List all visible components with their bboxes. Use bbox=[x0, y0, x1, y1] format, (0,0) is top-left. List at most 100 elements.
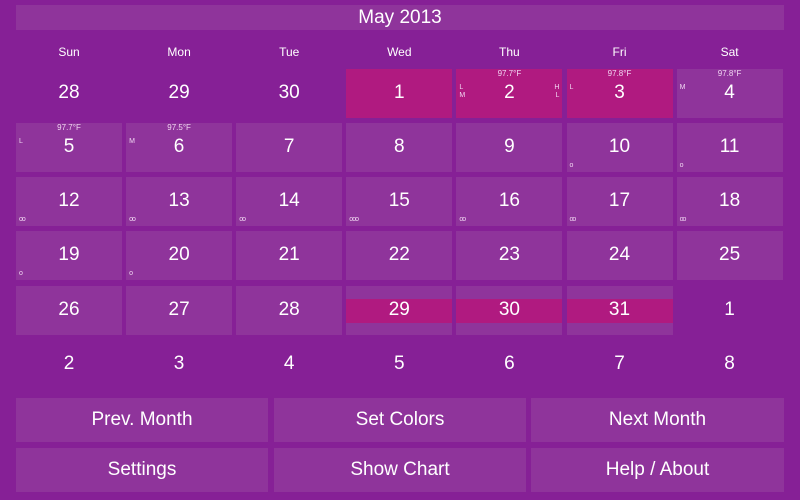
day-cell[interactable]: 4 97.8°F M bbox=[676, 69, 783, 118]
day-cell[interactable]: 31 bbox=[566, 286, 673, 335]
dot-indicators: oo bbox=[569, 216, 577, 223]
prev-month-button[interactable]: Prev. Month bbox=[16, 398, 268, 442]
day-cell[interactable]: 28 bbox=[16, 69, 122, 118]
day-cell[interactable]: 27 bbox=[126, 286, 233, 335]
weekday-label: Fri bbox=[612, 45, 627, 59]
day-cell[interactable]: 18 oo bbox=[676, 177, 783, 226]
day-cell[interactable]: 25 bbox=[676, 231, 783, 280]
help-about-button[interactable]: Help / About bbox=[531, 448, 784, 492]
day-number: 5 bbox=[394, 353, 405, 374]
day-number: 24 bbox=[608, 244, 631, 265]
day-cell[interactable]: 12 oo bbox=[16, 177, 122, 226]
right-marker: H L bbox=[554, 84, 560, 99]
day-number: 7 bbox=[614, 353, 625, 374]
day-cell[interactable]: 29 bbox=[126, 69, 232, 118]
temperature-label: 97.7°F bbox=[57, 123, 81, 132]
day-cell[interactable]: 4 bbox=[236, 340, 342, 389]
day-cell[interactable]: 10 o bbox=[566, 123, 673, 172]
day-number: 4 bbox=[724, 82, 735, 103]
day-number: 15 bbox=[388, 190, 410, 211]
day-number: 11 bbox=[719, 136, 740, 157]
day-cell[interactable]: 1 bbox=[346, 69, 453, 118]
day-number: 29 bbox=[388, 299, 410, 320]
day-cell[interactable]: 23 bbox=[456, 231, 563, 280]
day-number: 6 bbox=[504, 353, 515, 374]
left-marker: L bbox=[19, 138, 23, 145]
day-number: 30 bbox=[498, 299, 520, 320]
dot-indicators: ooo bbox=[349, 216, 359, 223]
temperature-label: 97.8°F bbox=[607, 69, 632, 78]
next-month-button[interactable]: Next Month bbox=[531, 398, 784, 442]
day-number: 18 bbox=[719, 190, 741, 211]
dot-indicators: oo bbox=[19, 216, 26, 223]
day-cell[interactable]: 9 bbox=[456, 123, 563, 172]
day-number: 6 bbox=[173, 136, 185, 157]
settings-button[interactable]: Settings bbox=[16, 448, 268, 492]
day-number: 28 bbox=[58, 82, 80, 103]
dot-indicators: o bbox=[569, 162, 574, 169]
day-number: 21 bbox=[278, 244, 300, 265]
day-cell[interactable]: 16 oo bbox=[456, 177, 563, 226]
day-cell[interactable]: 8 bbox=[346, 123, 453, 172]
day-number: 23 bbox=[498, 244, 520, 265]
day-cell[interactable]: 22 bbox=[346, 231, 453, 280]
weekday-label: Thu bbox=[499, 45, 520, 59]
day-number: 9 bbox=[504, 136, 515, 157]
day-cell[interactable]: 7 bbox=[567, 340, 673, 389]
set-colors-button[interactable]: Set Colors bbox=[274, 398, 526, 442]
day-cell[interactable]: 2 bbox=[16, 340, 122, 389]
day-cell[interactable]: 15 ooo bbox=[346, 177, 453, 226]
day-cell[interactable]: 5 bbox=[346, 340, 452, 389]
day-cell[interactable]: 30 bbox=[456, 286, 563, 335]
left-marker: L M bbox=[459, 84, 466, 99]
day-cell[interactable]: 3 97.8°F L bbox=[566, 69, 673, 118]
day-cell[interactable]: 24 bbox=[566, 231, 673, 280]
day-cell[interactable]: 29 bbox=[346, 286, 453, 335]
day-cell[interactable]: 19 o bbox=[16, 231, 122, 280]
day-number: 10 bbox=[608, 136, 631, 157]
day-number: 8 bbox=[394, 136, 405, 157]
left-marker: M bbox=[129, 138, 135, 145]
left-marker: L bbox=[569, 84, 574, 91]
day-cell[interactable]: 8 bbox=[677, 340, 783, 389]
day-number: 14 bbox=[278, 190, 300, 211]
weekday-label: Mon bbox=[167, 45, 191, 59]
day-number: 29 bbox=[168, 82, 190, 103]
day-cell[interactable]: 17 oo bbox=[566, 177, 673, 226]
day-number: 26 bbox=[58, 299, 80, 320]
day-number: 3 bbox=[614, 82, 625, 103]
day-number: 3 bbox=[173, 353, 185, 374]
day-cell[interactable]: 13 oo bbox=[126, 177, 233, 226]
day-number: 1 bbox=[394, 82, 405, 103]
day-number: 12 bbox=[58, 190, 80, 211]
day-number: 4 bbox=[283, 353, 295, 374]
day-number: 16 bbox=[498, 190, 520, 211]
day-cell[interactable]: 30 bbox=[236, 69, 342, 118]
day-number: 30 bbox=[278, 82, 300, 103]
day-number: 25 bbox=[719, 244, 741, 265]
day-cell[interactable]: 6 97.5°F M bbox=[126, 123, 233, 172]
weekday-label: Sun bbox=[58, 45, 80, 59]
day-cell[interactable]: 21 bbox=[236, 231, 343, 280]
day-cell[interactable]: 20 o bbox=[126, 231, 233, 280]
show-chart-button[interactable]: Show Chart bbox=[274, 448, 526, 492]
day-cell[interactable]: 14 oo bbox=[236, 177, 343, 226]
day-cell[interactable]: 1 bbox=[677, 286, 783, 335]
day-number: 13 bbox=[168, 190, 190, 211]
day-number: 2 bbox=[63, 353, 75, 374]
day-number: 20 bbox=[168, 244, 190, 265]
day-cell[interactable]: 11 o bbox=[676, 123, 783, 172]
day-cell[interactable]: 6 bbox=[456, 340, 562, 389]
dot-indicators: o bbox=[679, 162, 684, 169]
day-cell[interactable]: 3 bbox=[126, 340, 232, 389]
dot-indicators: oo bbox=[679, 216, 687, 223]
temperature-label: 97.8°F bbox=[717, 69, 742, 78]
day-number: 28 bbox=[278, 299, 300, 320]
dot-indicators: oo bbox=[129, 216, 136, 223]
day-cell[interactable]: 5 97.7°F L bbox=[16, 123, 122, 172]
day-cell[interactable]: 26 bbox=[16, 286, 122, 335]
weekday-label: Tue bbox=[279, 45, 300, 59]
day-cell[interactable]: 7 bbox=[236, 123, 343, 172]
day-cell[interactable]: 28 bbox=[236, 286, 343, 335]
day-cell[interactable]: 2 97.7°F L M H L bbox=[456, 69, 563, 118]
